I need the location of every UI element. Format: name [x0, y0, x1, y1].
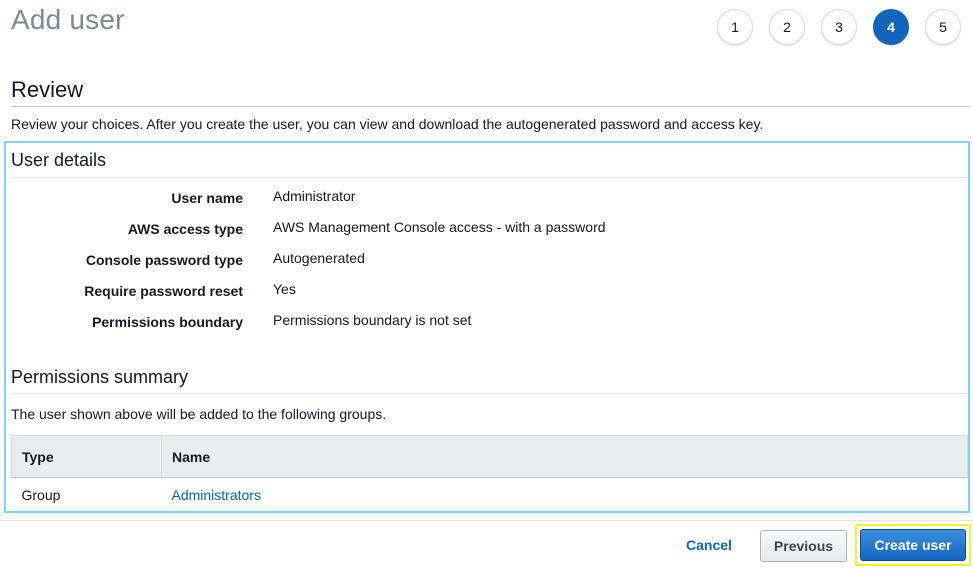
step-2[interactable]: 2 [769, 9, 805, 45]
detail-label: Require password reset [84, 283, 243, 299]
group-name-cell: Administrators [162, 478, 968, 512]
user-details-title: User details [11, 150, 107, 170]
permissions-intro: The user shown above will be added to th… [11, 406, 387, 422]
cancel-button[interactable]: Cancel [680, 533, 738, 557]
review-intro: Review your choices. After you create th… [11, 116, 764, 132]
table-header-row: Type Name [11, 435, 968, 478]
detail-label: AWS access type [127, 221, 243, 237]
groups-table: Type Name Group Administrators [11, 435, 968, 512]
step-3[interactable]: 3 [821, 9, 857, 45]
page-title: Add user [11, 4, 125, 35]
user-details-divider [11, 177, 968, 178]
detail-row-permissions-boundary: Permissions boundary Permissions boundar… [0, 312, 973, 334]
review-divider [11, 106, 970, 107]
column-header-type[interactable]: Type [11, 435, 162, 478]
detail-value: Permissions boundary is not set [273, 312, 472, 328]
detail-value: Autogenerated [273, 250, 365, 266]
footer-divider [0, 520, 973, 521]
detail-value: AWS Management Console access - with a p… [273, 219, 606, 235]
permissions-divider [11, 393, 968, 394]
create-user-button[interactable]: Create user [860, 529, 966, 561]
detail-label: Permissions boundary [92, 314, 243, 330]
group-name-link[interactable]: Administrators [172, 487, 261, 503]
group-type-cell: Group [21, 486, 61, 503]
step-5[interactable]: 5 [925, 9, 961, 45]
permissions-summary-title: Permissions summary [11, 367, 189, 387]
detail-row-password-reset: Require password reset Yes [0, 281, 973, 303]
wizard-steps: 1 2 3 4 5 [717, 9, 973, 45]
detail-label: Console password type [85, 252, 243, 268]
review-title: Review [11, 77, 84, 102]
step-1[interactable]: 1 [717, 9, 753, 45]
previous-button[interactable]: Previous [760, 530, 847, 562]
detail-row-password-type: Console password type Autogenerated [0, 250, 973, 272]
detail-value: Yes [273, 281, 296, 297]
detail-label: User name [171, 190, 243, 206]
detail-row-access-type: AWS access type AWS Management Console a… [0, 219, 973, 241]
column-header-name[interactable]: Name [161, 435, 968, 478]
step-4-current[interactable]: 4 [873, 9, 909, 45]
detail-value: Administrator [273, 188, 356, 204]
detail-row-user-name: User name Administrator [0, 188, 973, 210]
create-user-highlight: Create user [855, 524, 971, 566]
table-row: Group Administrators [12, 478, 968, 512]
